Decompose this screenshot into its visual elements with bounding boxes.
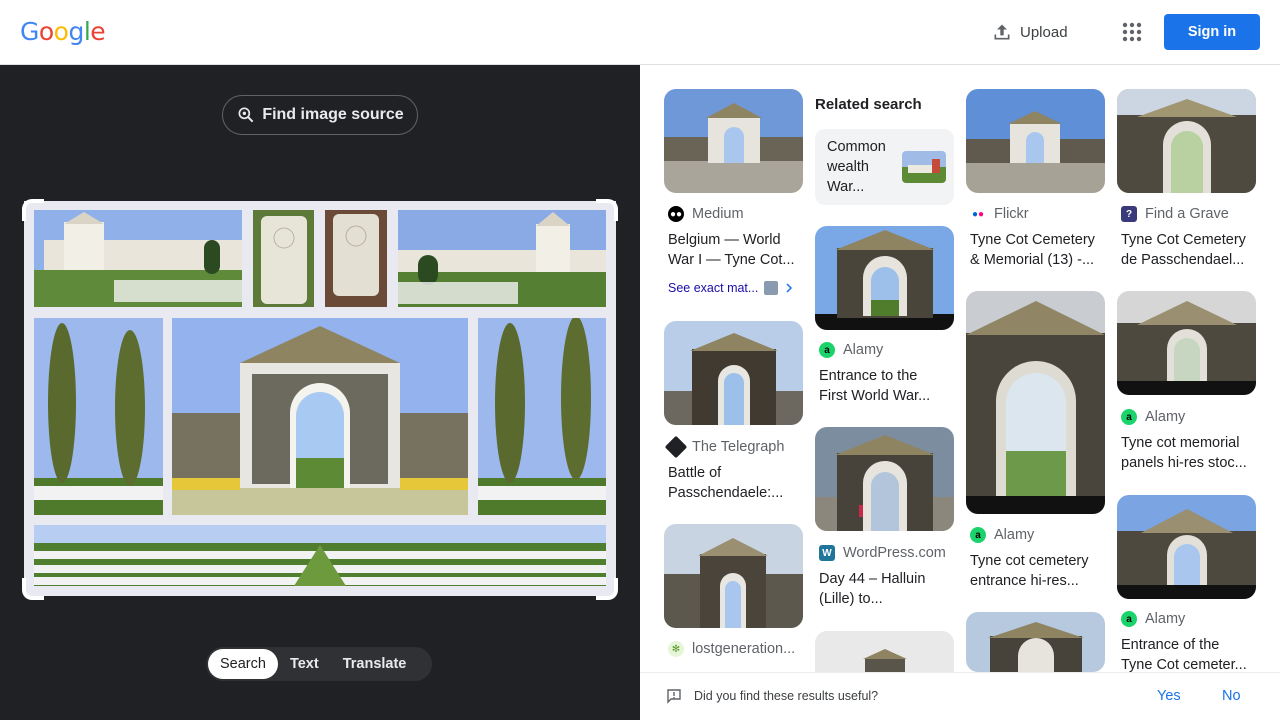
result-source[interactable]: ●● Medium bbox=[668, 206, 744, 222]
sign-in-button[interactable]: Sign in bbox=[1164, 14, 1260, 50]
upload-icon bbox=[994, 24, 1010, 40]
upload-button[interactable]: Upload bbox=[992, 20, 1068, 44]
chevron-right-icon bbox=[786, 283, 793, 293]
flickr-favicon-icon: ● ● bbox=[971, 208, 985, 220]
result-thumbnail[interactable] bbox=[1117, 291, 1256, 395]
crop-handle-bottom-left[interactable] bbox=[22, 578, 44, 600]
medium-favicon-icon: ●● bbox=[668, 206, 684, 222]
top-bar: Google Upload Sign in bbox=[0, 0, 1280, 65]
logo-letter: g bbox=[68, 17, 84, 46]
result-source[interactable]: a Alamy bbox=[1121, 611, 1185, 627]
result-title[interactable]: Tyne Cot Cemetery de Passchendael... bbox=[1121, 230, 1251, 270]
feedback-bar: Did you find these results useful? Yes N… bbox=[640, 672, 1280, 720]
mode-search-tab[interactable]: Search bbox=[208, 649, 278, 679]
result-thumbnail[interactable] bbox=[1117, 89, 1256, 193]
feedback-question: Did you find these results useful? bbox=[666, 688, 878, 704]
see-exact-matches-link[interactable]: See exact mat... bbox=[668, 281, 794, 295]
result-source[interactable]: ✻ lostgeneration... bbox=[668, 641, 795, 657]
result-source[interactable]: a Alamy bbox=[819, 342, 883, 358]
mode-translate-tab[interactable]: Translate bbox=[331, 649, 419, 679]
upload-label: Upload bbox=[1020, 23, 1068, 41]
result-title[interactable]: Belgium — World War I — Tyne Cot... bbox=[668, 230, 798, 270]
result-thumbnail[interactable] bbox=[966, 291, 1105, 514]
collage-photo-memorial-wall bbox=[34, 210, 242, 307]
crop-handle-bottom-right[interactable] bbox=[596, 578, 618, 600]
result-source[interactable]: ? Find a Grave bbox=[1121, 206, 1229, 222]
related-search-text: Common wealth War... bbox=[827, 139, 886, 195]
collage-photo-memorial-right bbox=[398, 210, 606, 307]
telegraph-favicon-icon bbox=[664, 435, 688, 459]
feedback-no-button[interactable]: No bbox=[1222, 688, 1241, 704]
result-thumbnail[interactable] bbox=[815, 631, 954, 672]
collage-photo-poplars-left bbox=[34, 318, 163, 515]
collage-photo-entrance-gate bbox=[172, 318, 468, 515]
result-source[interactable]: ● ● Flickr bbox=[970, 206, 1029, 222]
related-search-chip[interactable]: Common wealth War... bbox=[815, 129, 954, 205]
find-image-source-label: Find image source bbox=[262, 106, 404, 123]
results-pane: ●● Medium Belgium — World War I — Tyne C… bbox=[640, 65, 1280, 672]
alamy-favicon-icon: a bbox=[970, 527, 986, 543]
result-title[interactable]: Day 44 – Halluin (Lille) to... bbox=[819, 569, 949, 609]
exact-match-thumbnail bbox=[764, 281, 779, 295]
result-thumbnail[interactable] bbox=[815, 226, 954, 330]
result-thumbnail[interactable] bbox=[966, 89, 1105, 193]
crop-handle-top-left[interactable] bbox=[22, 199, 44, 221]
result-title[interactable]: Tyne Cot Cemetery & Memorial (13) -... bbox=[970, 230, 1100, 270]
collage-photo-headstone-1 bbox=[253, 210, 314, 307]
result-thumbnail[interactable] bbox=[664, 321, 803, 425]
google-logo[interactable]: Google bbox=[20, 17, 106, 46]
apps-grid-icon[interactable] bbox=[1120, 20, 1144, 44]
mode-text-tab[interactable]: Text bbox=[278, 649, 331, 679]
result-source[interactable]: The Telegraph bbox=[664, 435, 784, 459]
related-search-thumbnail bbox=[902, 151, 946, 183]
collage-photo-poplars-right bbox=[478, 318, 606, 515]
collage-photo-headstone-2 bbox=[325, 210, 387, 307]
findagrave-favicon-icon: ? bbox=[1121, 206, 1137, 222]
lens-mode-switch: Search Text Translate bbox=[206, 647, 432, 681]
logo-letter: G bbox=[20, 17, 39, 46]
result-thumbnail[interactable] bbox=[966, 612, 1105, 672]
result-title[interactable]: Entrance to the First World War... bbox=[819, 366, 949, 406]
feedback-icon bbox=[667, 689, 681, 704]
related-search-heading: Related search bbox=[815, 96, 922, 113]
query-image[interactable] bbox=[24, 201, 616, 596]
result-source[interactable]: a Alamy bbox=[1121, 409, 1185, 425]
logo-letter: o bbox=[53, 17, 69, 46]
lens-search-icon bbox=[238, 107, 254, 123]
alamy-favicon-icon: a bbox=[819, 342, 835, 358]
feedback-yes-button[interactable]: Yes bbox=[1157, 688, 1181, 704]
alamy-favicon-icon: a bbox=[1121, 409, 1137, 425]
find-image-source-button[interactable]: Find image source bbox=[222, 95, 418, 135]
logo-letter: e bbox=[90, 17, 106, 46]
wordpress-favicon-icon: W bbox=[819, 545, 835, 561]
collage-photo-cemetery-rows bbox=[34, 525, 606, 586]
result-thumbnail[interactable] bbox=[1117, 495, 1256, 599]
result-thumbnail[interactable] bbox=[664, 524, 803, 628]
lostgeneration-favicon-icon: ✻ bbox=[668, 641, 684, 657]
result-source[interactable]: W WordPress.com bbox=[819, 545, 946, 561]
logo-letter: o bbox=[38, 17, 54, 46]
result-title[interactable]: Entrance of the Tyne Cot cemeter... bbox=[1121, 635, 1251, 672]
result-thumbnail[interactable] bbox=[815, 427, 954, 531]
alamy-favicon-icon: a bbox=[1121, 611, 1137, 627]
result-title[interactable]: Tyne cot cemetery entrance hi-res... bbox=[970, 551, 1100, 591]
result-title[interactable]: Battle of Passchendaele:... bbox=[668, 463, 798, 503]
result-title[interactable]: Tyne cot memorial panels hi-res stoc... bbox=[1121, 433, 1251, 473]
result-source[interactable]: a Alamy bbox=[970, 527, 1034, 543]
crop-handle-top-right[interactable] bbox=[596, 199, 618, 221]
query-image-pane: Find image source Search Text Translate bbox=[0, 65, 640, 720]
result-thumbnail[interactable] bbox=[664, 89, 803, 193]
